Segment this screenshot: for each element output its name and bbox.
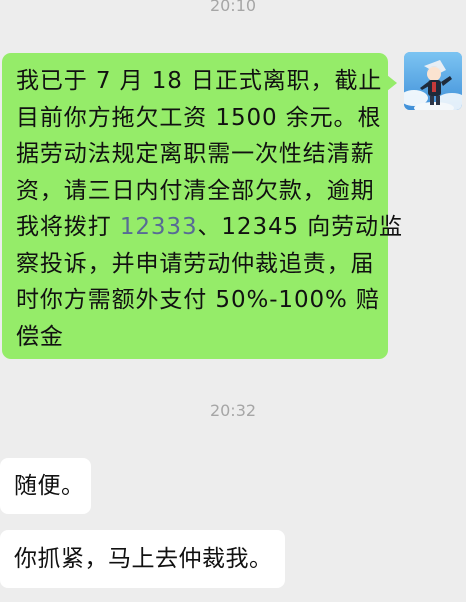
message-line: 察投诉，并申请劳动仲裁追责，届 [16, 250, 375, 277]
timestamp: 20:32 [209, 401, 257, 420]
message-line: 资，请三日内付清全部欠款，逾期 [16, 177, 375, 204]
message-line: 据劳动法规定离职需一次性结清薪 [16, 141, 375, 167]
received-message-bubble[interactable]: 随便。 [0, 458, 91, 514]
timestamp: 20:10 [209, 0, 257, 15]
message-line-with-link: 我将拨打 12333、12345 向劳动监 [16, 209, 402, 246]
message-line: 我已于 7 月 18 日正式离职，截止 [16, 68, 383, 94]
message-text: 、12345 向劳动监 [197, 214, 403, 240]
anime-character-avatar-icon [404, 52, 462, 110]
received-message-bubble[interactable]: 你抓紧，马上去仲裁我。 [0, 530, 285, 588]
message-line: 时你方需额外支付 50%-100% 赔 [16, 287, 380, 313]
message-line: 偿金 [16, 323, 64, 350]
message-text: 我将拨打 [16, 214, 120, 240]
sent-message-bubble[interactable]: 我已于 7 月 18 日正式离职，截止 目前你方拖欠工资 1500 余元。根 据… [2, 53, 402, 359]
message-line: 目前你方拖欠工资 1500 余元。根 [16, 104, 382, 131]
avatar[interactable] [404, 52, 462, 110]
phone-number-link[interactable]: 12333 [120, 214, 198, 240]
